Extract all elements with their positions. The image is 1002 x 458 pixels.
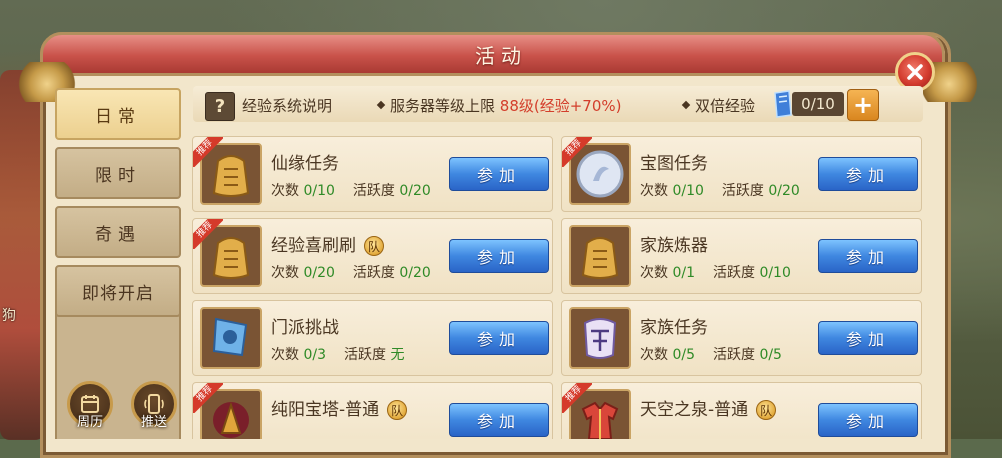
server-level-cap-value: 88级(经验+70%): [499, 97, 622, 115]
activity-card: 推荐 纯阳宝塔-普通队 参加: [192, 382, 553, 439]
recommended-badge: 推荐: [193, 383, 223, 413]
join-button[interactable]: 参加: [818, 157, 918, 191]
activity-card: 推荐 经验喜刷刷队 次数 0/20 活跃度 0/20 参加: [192, 218, 553, 294]
tab-daily[interactable]: 日常: [55, 88, 181, 140]
join-button[interactable]: 参加: [818, 239, 918, 273]
join-button[interactable]: 参加: [449, 239, 549, 273]
activity-card: 推荐 天空之泉-普通队 参加: [561, 382, 922, 439]
activity-icon-frame: [569, 307, 631, 369]
activity-card: 家族炼器 次数 0/1 活跃度 0/10 参加: [561, 218, 922, 294]
activity-name: 经验喜刷刷队: [271, 231, 384, 256]
tab-upcoming[interactable]: 即将开启: [55, 265, 181, 317]
activity-name: 仙缘任务: [271, 154, 339, 174]
blue-flag-icon: [212, 317, 248, 357]
activity-name: 宝图任务: [640, 154, 708, 174]
diamond-icon: [376, 100, 386, 109]
join-button[interactable]: 参加: [449, 157, 549, 191]
calendar-label: 周历: [76, 415, 103, 430]
activity-stats: 次数 0/5 活跃度 0/5: [640, 347, 782, 363]
server-level-cap: 服务器等级上限 88级(经验+70%): [376, 95, 622, 116]
team-badge-icon: 队: [756, 400, 777, 420]
recommended-badge: 推荐: [562, 137, 592, 167]
recommended-badge: 推荐: [562, 383, 592, 413]
activity-name: 家族任务: [640, 318, 708, 338]
double-exp-label: 双倍经验: [681, 95, 755, 116]
diamond-icon: [681, 100, 691, 109]
join-button[interactable]: 参加: [818, 321, 918, 355]
help-button[interactable]: ?: [205, 92, 235, 121]
family-token-icon: [583, 318, 617, 359]
tab-limited[interactable]: 限时: [55, 147, 181, 199]
activity-stats: 次数 0/3 活跃度 无: [271, 347, 405, 363]
background-character: [0, 70, 45, 440]
activity-icon-frame: [200, 307, 262, 369]
activity-name: 家族炼器: [640, 236, 708, 256]
tab-encounter[interactable]: 奇遇: [55, 206, 181, 258]
activity-icon-frame: [569, 225, 631, 287]
join-button[interactable]: 参加: [818, 403, 918, 437]
activity-name: 纯阳宝塔-普通队: [271, 395, 408, 420]
team-badge-icon: 队: [364, 236, 384, 256]
activity-stats: 次数 0/1 活跃度 0/10: [640, 265, 791, 281]
activity-name: 门派挑战: [271, 318, 339, 338]
activity-stats: 次数 0/20 活跃度 0/20: [271, 265, 431, 281]
join-button[interactable]: 参加: [449, 321, 549, 355]
recommended-badge: 推荐: [193, 219, 223, 249]
activity-name: 天空之泉-普通队: [640, 395, 777, 420]
double-exp-count: 0/10: [792, 92, 844, 116]
add-double-exp-button[interactable]: +: [847, 89, 879, 121]
activity-card: 推荐 仙缘任务 次数 0/10 活跃度 0/20 参加: [192, 136, 553, 212]
activity-grid: 推荐 仙缘任务 次数 0/10 活跃度 0/20 参加 推荐 宝图任务 次数 0/…: [192, 136, 923, 439]
join-button[interactable]: 参加: [449, 403, 549, 437]
team-badge-icon: 队: [387, 400, 408, 420]
activity-card: 家族任务 次数 0/5 活跃度 0/5 参加: [561, 300, 922, 376]
activity-card: 门派挑战 次数 0/3 活跃度 无 参加: [192, 300, 553, 376]
close-icon: [907, 64, 923, 80]
exp-token-icon: [581, 237, 619, 279]
push-label: 推送: [140, 415, 167, 430]
activity-stats: 次数 0/10 活跃度 0/20: [640, 183, 800, 199]
recommended-badge: 推荐: [193, 137, 223, 167]
panel-title: 活动: [475, 44, 527, 68]
exp-system-link[interactable]: 经验系统说明: [242, 95, 332, 116]
exp-book-icon: [774, 90, 792, 118]
category-tabs: 日常 限时 奇遇 即将开启: [55, 88, 181, 324]
activity-stats: 次数 0/10 活跃度 0/20: [271, 183, 431, 199]
activity-card: 推荐 宝图任务 次数 0/10 活跃度 0/20 参加: [561, 136, 922, 212]
background-name-text: 狗: [2, 308, 16, 324]
